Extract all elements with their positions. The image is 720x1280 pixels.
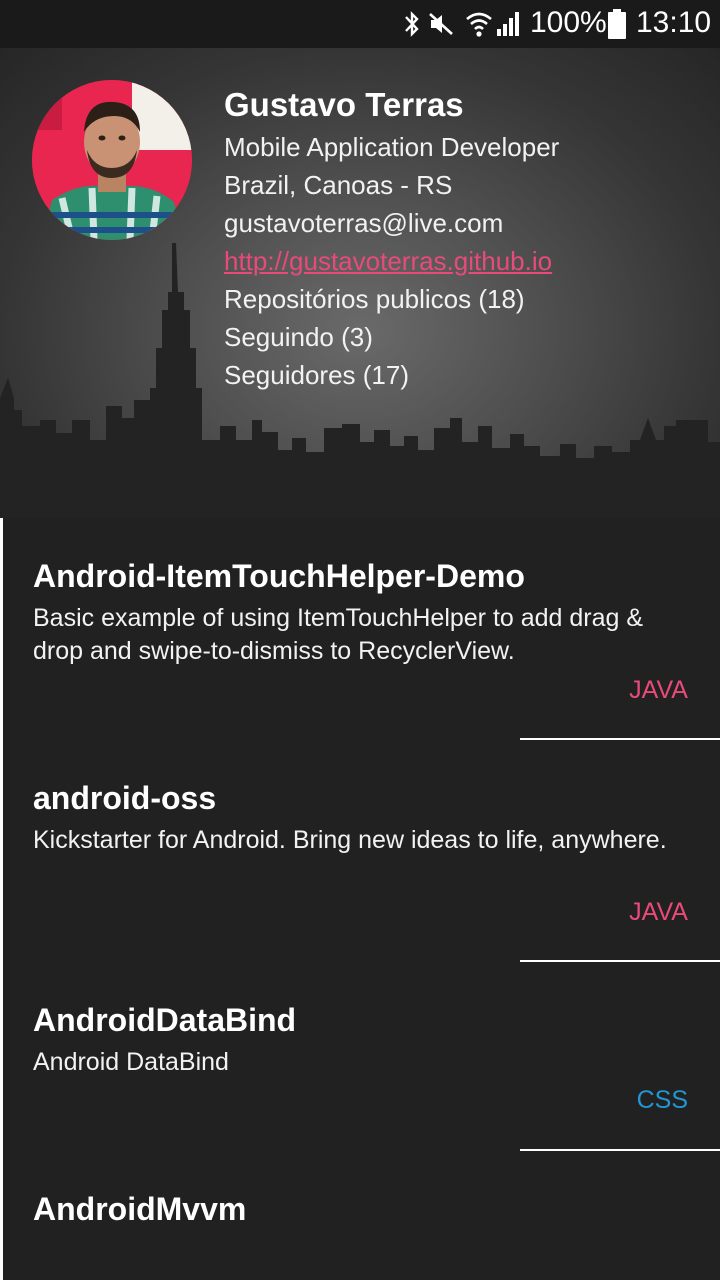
repository-description: Kickstarter for Android. Bring new ideas… (33, 826, 667, 854)
profile-avatar[interactable] (32, 80, 192, 240)
status-bar: 100% 13:10 (0, 0, 720, 48)
repository-name: android-oss (33, 780, 217, 816)
profile-header: Gustavo Terras Mobile Application Develo… (0, 48, 720, 518)
mute-icon (429, 13, 453, 35)
profile-location: Brazil, Canoas - RS (224, 170, 453, 200)
profile-followers-count[interactable]: Seguidores (17) (224, 356, 559, 394)
profile-role: Mobile Application Developer (224, 132, 560, 162)
clock: 13:10 (636, 6, 712, 39)
repository-description: Android DataBind (33, 1048, 229, 1076)
repository-item[interactable]: AndroidMvvm (3, 1151, 720, 1280)
repository-item[interactable]: Android-ItemTouchHelper-Demo Basic examp… (3, 518, 720, 740)
battery-icon (608, 9, 626, 39)
repository-item[interactable]: AndroidDataBind Android DataBind CSS (3, 962, 720, 1151)
repository-language: CSS (636, 1086, 688, 1114)
battery-percent: 100% (530, 6, 607, 39)
repository-item[interactable]: android-oss Kickstarter for Android. Bri… (3, 740, 720, 962)
repository-list[interactable]: Android-ItemTouchHelper-Demo Basic examp… (3, 518, 720, 1280)
wifi-icon (466, 12, 492, 37)
signal-icon (497, 12, 519, 36)
profile-website-link[interactable]: http://gustavoterras.github.io (224, 242, 559, 280)
profile-repos-count[interactable]: Repositórios publicos (18) (224, 280, 559, 318)
profile-following-count[interactable]: Seguindo (3) (224, 318, 559, 356)
repository-name: Android-ItemTouchHelper-Demo (33, 558, 525, 594)
repository-name: AndroidMvvm (33, 1191, 247, 1227)
profile-name: Gustavo Terras (224, 86, 464, 123)
repository-name: AndroidDataBind (33, 1002, 297, 1038)
profile-email[interactable]: gustavoterras@live.com (224, 204, 559, 242)
repository-language: JAVA (629, 676, 688, 704)
repository-language: JAVA (629, 898, 688, 926)
repository-description: Basic example of using ItemTouchHelper t… (33, 604, 644, 665)
bluetooth-icon (405, 11, 419, 37)
profile-info: Gustavo Terras Mobile Application Develo… (224, 86, 559, 394)
